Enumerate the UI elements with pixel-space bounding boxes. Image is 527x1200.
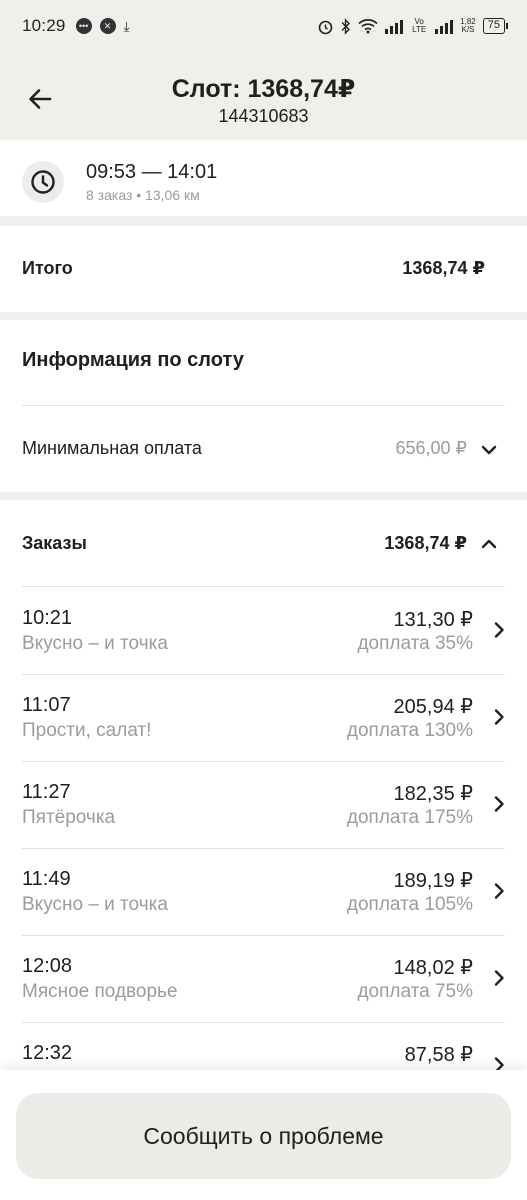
order-row[interactable]: 11:27 Пятёрочка 182,35 ₽ доплата 175% (0, 761, 527, 848)
order-place: Вкусно – и точка (22, 894, 168, 915)
order-extra: доплата 175% (346, 807, 473, 828)
download-icon: ⤓ (123, 17, 130, 34)
slot-time-range: 09:53 — 14:01 (86, 161, 218, 183)
app-header: Слот: 1368,74₽ 144310683 (0, 52, 527, 138)
min-pay-value: 656,00 ₽ (395, 438, 467, 458)
min-pay-row[interactable]: Минимальная оплата 656,00 ₽ (0, 406, 527, 492)
order-time: 12:08 (22, 955, 73, 977)
page-title: Слот: 1368,74₽ (171, 75, 356, 103)
slot-id: 144310683 (218, 106, 309, 126)
order-time: 11:27 (22, 781, 71, 803)
alarm-icon (318, 20, 333, 34)
order-extra: доплата 75% (357, 981, 473, 1002)
slot-info-card: Информация по слоту Минимальная оплата 6… (0, 320, 527, 492)
report-problem-button[interactable]: Сообщить о проблеме (16, 1093, 511, 1179)
order-amount: 148,02 ₽ (393, 957, 473, 979)
total-card: Итого 1368,74 ₽ (0, 226, 527, 312)
notification-icons: ••• ✕ ⤓ (75, 17, 130, 35)
order-place: Прости, салат! (22, 720, 152, 741)
order-row[interactable]: 11:49 Вкусно – и точка 189,19 ₽ доплата … (0, 848, 527, 935)
order-extra: доплата 105% (346, 894, 473, 915)
network-speed: 1,82 K/S (460, 18, 476, 34)
order-place: Мясное подворье (22, 981, 178, 1002)
wifi-icon (358, 19, 378, 34)
volte-label: Vo LTE (412, 17, 427, 34)
chevron-down-icon (481, 445, 497, 455)
slot-time-card: 09:53 — 14:01 8 заказ • 13,06 км (0, 140, 527, 216)
order-amount: 205,94 ₽ (393, 696, 473, 718)
chevron-right-icon (494, 622, 504, 638)
status-bar: 10:29 ••• ✕ ⤓ Vo LTE 1,82 K/S 75 (0, 0, 527, 52)
chevron-right-icon (494, 709, 504, 725)
order-row[interactable]: 12:08 Мясное подворье 148,02 ₽ доплата 7… (0, 935, 527, 1022)
system-icons: Vo LTE 1,82 K/S 75 (317, 17, 509, 35)
orders-header[interactable]: Заказы 1368,74 ₽ (0, 500, 527, 586)
orders-total: 1368,74 ₽ (384, 533, 467, 553)
signal-icon (385, 19, 404, 34)
app-notification-icon: ✕ (99, 18, 116, 34)
order-amount: 87,58 ₽ (404, 1044, 473, 1066)
orders-label: Заказы (22, 533, 87, 553)
order-time: 12:32 (22, 1042, 73, 1064)
order-extra: доплата 130% (346, 720, 473, 741)
order-time: 11:49 (22, 868, 71, 890)
bluetooth-icon (341, 17, 351, 35)
chevron-right-icon (494, 970, 504, 986)
chat-icon: ••• (75, 18, 92, 34)
order-place: Вкусно – и точка (22, 633, 168, 654)
order-place: Пятёрочка (22, 807, 116, 828)
chevron-up-icon (481, 539, 497, 549)
order-time: 11:07 (22, 694, 71, 716)
order-amount: 182,35 ₽ (393, 783, 473, 805)
min-pay-label: Минимальная оплата (22, 438, 202, 458)
chevron-right-icon (494, 796, 504, 812)
order-time: 10:21 (22, 607, 73, 629)
slot-info-title: Информация по слоту (22, 349, 244, 371)
order-row[interactable]: 10:21 Вкусно – и точка 131,30 ₽ доплата … (0, 587, 527, 674)
total-value: 1368,74 ₽ (402, 258, 485, 278)
order-row[interactable]: 11:07 Прости, салат! 205,94 ₽ доплата 13… (0, 674, 527, 761)
order-amount: 131,30 ₽ (393, 609, 473, 631)
network-speed-unit: K/S (461, 25, 475, 34)
battery-icon: 75 (482, 18, 509, 34)
signal-icon-2 (435, 19, 454, 34)
order-amount: 189,19 ₽ (393, 870, 473, 892)
slot-meta: 8 заказ • 13,06 км (86, 187, 200, 203)
total-label: Итого (22, 258, 73, 278)
status-time: 10:29 (22, 16, 66, 35)
clock-icon (22, 161, 64, 203)
order-extra: доплата 35% (357, 633, 473, 654)
chevron-right-icon (494, 883, 504, 899)
